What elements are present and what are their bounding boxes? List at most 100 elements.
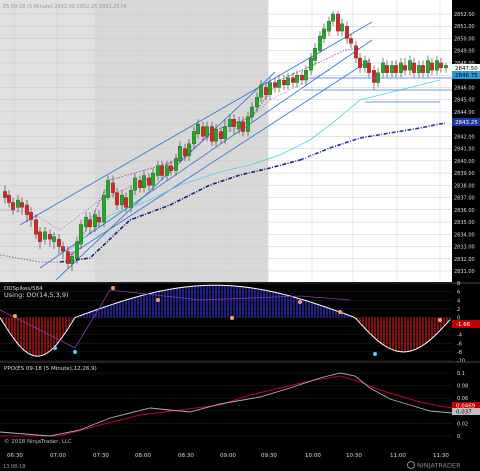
candle-up (444, 65, 448, 68)
candle-up (268, 82, 272, 95)
candle-up (43, 231, 47, 240)
candle-up (196, 123, 200, 135)
price-tick-label: 2840.00 (454, 159, 475, 165)
candle-down (66, 251, 70, 264)
ppo-tick-label: 0.06 (457, 396, 468, 402)
time-tick-label: 11:00 (390, 453, 406, 459)
candle-up (106, 180, 110, 198)
ppo-tick-label: 0.02 (457, 421, 468, 427)
candle-up (174, 158, 178, 171)
candle-up (228, 119, 232, 127)
candle-up (93, 214, 97, 228)
price-tick-label: 2841.00 (454, 147, 475, 153)
candle-up (70, 256, 74, 264)
price-tick-label: 2852.00 (454, 12, 475, 18)
candle-down (7, 194, 11, 203)
candle-down (345, 26, 349, 39)
price-badge-label: 2843.25 (455, 120, 478, 126)
candle-down (232, 119, 236, 127)
price-tick-label: 2837.00 (454, 196, 475, 202)
candle-down (48, 234, 52, 240)
candle-up (246, 116, 250, 132)
candle-down (241, 121, 245, 132)
oscillator-dot (438, 318, 442, 322)
candle-up (295, 75, 299, 83)
price-tick-label: 2842.00 (454, 134, 475, 140)
oscillator-subtitle: Using: DO(14,5,3,9) (4, 291, 69, 299)
candle-up (52, 236, 56, 242)
ppo-badge-label: 0.037 (456, 410, 472, 416)
candle-up (277, 79, 281, 88)
price-tick-label: 2834.00 (454, 232, 475, 238)
oscillator-dot (298, 300, 302, 304)
oscillator-dot (73, 350, 77, 354)
price-tick-label: 2845.00 (454, 98, 475, 104)
candle-down (354, 45, 358, 59)
oscillator-dot (373, 352, 377, 356)
candle-up (399, 62, 403, 73)
candle-down (349, 38, 353, 44)
time-tick-label: 08:00 (135, 453, 151, 459)
price-tick-label: 2833.00 (454, 245, 475, 251)
candle-up (322, 28, 326, 39)
copyright-text: © 2018 NinjaTrader, LLC (4, 438, 72, 445)
candle-down (210, 126, 214, 142)
oscillator-tick-label: 4 (457, 298, 460, 304)
candle-up (120, 194, 124, 206)
candle-up (313, 48, 317, 61)
oscillator-dot (53, 346, 57, 350)
candle-down (403, 65, 407, 71)
candle-down (147, 177, 151, 186)
candle-down (160, 165, 164, 176)
candle-up (408, 60, 412, 71)
oscillator-tick-label: 6 (457, 290, 460, 296)
candle-down (115, 192, 119, 206)
oscillator-dot (338, 310, 342, 314)
ppo-badges: 0.04690.037 (452, 402, 480, 416)
candle-up (79, 224, 83, 245)
date-label: 13 08-18 (3, 464, 25, 470)
candle-up (381, 62, 385, 73)
candle-up (84, 217, 88, 228)
ppo-tick-label: 0.08 (457, 384, 468, 390)
candle-down (439, 62, 443, 68)
oscillator-tick-label: -4 (457, 333, 462, 339)
time-tick-label: 06:30 (7, 453, 23, 459)
candle-up (255, 97, 259, 108)
candle-up (286, 77, 290, 86)
price-tick-label: 2849.00 (454, 49, 475, 55)
candle-down (358, 57, 362, 68)
candle-down (20, 202, 24, 208)
region-label[interactable]: New York (415, 3, 451, 25)
oscillator-dot (156, 298, 160, 302)
candle-up (214, 128, 218, 142)
price-tick-label: 2850.00 (454, 36, 475, 42)
candle-down (372, 70, 376, 83)
time-tick-label: 07:00 (50, 453, 66, 459)
candle-down (11, 202, 15, 210)
candle-down (421, 65, 425, 73)
candle-down (282, 79, 286, 86)
candle-up (156, 165, 160, 176)
candle-up (133, 177, 137, 191)
oscillator-badge-label: -1.66 (456, 322, 471, 328)
candle-up (205, 126, 209, 137)
trading-chart[interactable]: 2852.002851.002850.002849.002848.002847.… (0, 0, 480, 471)
candle-down (138, 180, 142, 188)
candle-down (430, 62, 434, 71)
time-tick-label: 10:00 (305, 453, 321, 459)
oscillator-dot (13, 314, 17, 318)
candle-up (142, 175, 146, 188)
oscillator-tick-label: 2 (457, 307, 460, 313)
oscillator-dot (230, 316, 234, 320)
time-tick-label: 07:30 (93, 453, 109, 459)
candle-up (165, 165, 169, 176)
candle-down (57, 239, 61, 247)
instrument-header: ES 09-18 (5 Minute) 2852.00 2852.25 2852… (3, 4, 126, 10)
candle-down (412, 62, 416, 73)
candle-up (75, 241, 79, 259)
candle-up (237, 121, 241, 130)
candle-up (390, 65, 394, 73)
candle-down (264, 87, 268, 95)
candle-up (16, 199, 20, 208)
